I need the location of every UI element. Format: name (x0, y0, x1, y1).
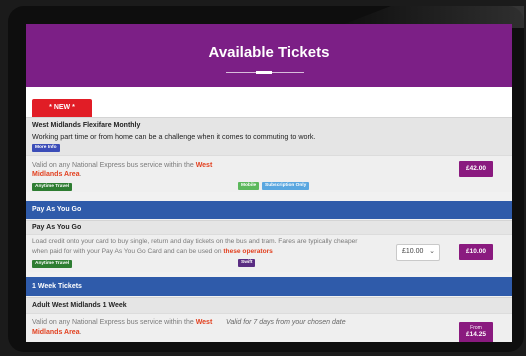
area-link-cont[interactable]: Midlands Area (32, 329, 80, 336)
validity-text-cont: Midlands Area. (32, 329, 82, 336)
ticket-header-flexifare: West Midlands Flexifare Monthly Working … (26, 117, 512, 155)
badge-mobile: Mobile (238, 182, 260, 190)
price-button[interactable]: £10.00 (459, 244, 493, 260)
area-link[interactable]: West (196, 162, 213, 169)
ticket-body-flexifare: Valid on any National Express bus servic… (26, 155, 512, 192)
tab-new[interactable]: * NEW * (32, 99, 92, 117)
title-divider-accent (256, 71, 272, 74)
validity-text-cont: Midlands Area. (32, 171, 82, 178)
section-header-payg: Pay As You Go (26, 201, 512, 219)
ticket-title: West Midlands Flexifare Monthly (32, 122, 141, 129)
badge-swift: Swift (238, 259, 256, 267)
ticket-header-payg: Pay As You Go (26, 220, 512, 234)
ticket-body-week: Valid on any National Express bus servic… (26, 313, 512, 342)
ticket-description-cont: when paid for with your Pay As You Go Ca… (32, 248, 273, 255)
operators-link[interactable]: these operators (223, 248, 272, 255)
page-title: Available Tickets (208, 44, 330, 61)
area-link[interactable]: West (196, 319, 213, 326)
ticket-title: Adult West Midlands 1 Week (32, 302, 127, 309)
section-title: 1 Week Tickets (32, 283, 82, 290)
area-link-cont[interactable]: Midlands Area (32, 171, 80, 178)
validity-suffix: . (79, 171, 82, 178)
price-button[interactable]: £42.00 (459, 161, 493, 177)
badge-anytime-travel: Anytime Travel (32, 260, 73, 268)
validity-prefix: Valid on any National Express bus servic… (32, 162, 194, 169)
badge-anytime-travel: Anytime Travel (32, 183, 73, 191)
more-info-button[interactable]: More Info (32, 144, 60, 152)
validity-suffix: . (79, 329, 82, 336)
price-button[interactable]: From £14.25 (459, 322, 493, 342)
section-header-week: 1 Week Tickets (26, 277, 512, 296)
ticket-header-week: Adult West Midlands 1 Week (26, 297, 512, 313)
ticket-description: Working part time or from home can be a … (32, 132, 316, 141)
duration-text: Valid for 7 days from your chosen date (226, 319, 346, 326)
screen: Available Tickets * NEW * West Midlands … (26, 24, 512, 342)
amount-select-value: £10.00 (402, 248, 424, 255)
chevron-down-icon: ⌄ (429, 248, 435, 255)
price-value: £14.25 (466, 331, 486, 338)
description-prefix: when paid for with your Pay As You Go Ca… (32, 248, 222, 255)
validity-prefix: Valid on any National Express bus servic… (32, 319, 194, 326)
section-title: Pay As You Go (32, 206, 82, 213)
validity-text: Valid on any National Express bus servic… (32, 162, 212, 169)
ticket-body-payg: Load credit onto your card to buy single… (26, 234, 512, 272)
ticket-description: Load credit onto your card to buy single… (32, 238, 358, 245)
amount-select[interactable]: £10.00 ⌄ (396, 244, 440, 261)
badge-subscription-only: Subscription Only (262, 182, 310, 190)
validity-text: Valid on any National Express bus servic… (32, 319, 212, 326)
page-header: Available Tickets (26, 24, 512, 87)
ticket-title: Pay As You Go (32, 224, 82, 231)
